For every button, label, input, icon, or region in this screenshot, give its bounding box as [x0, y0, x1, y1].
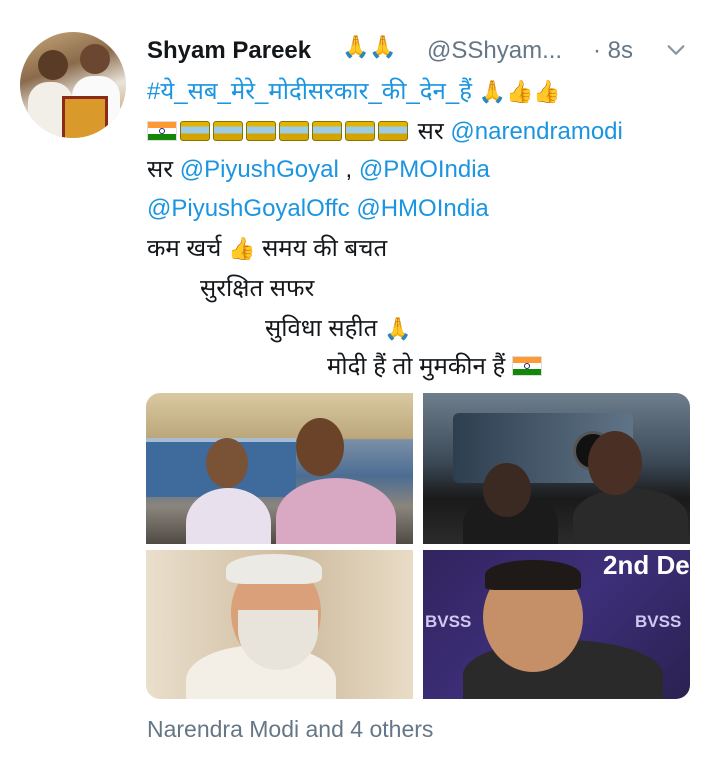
- train-icon: [180, 121, 210, 141]
- tweet-line-2: सर @narendramodi: [147, 112, 692, 152]
- author-name[interactable]: Shyam Pareek: [147, 37, 311, 65]
- narendra-modi-photo[interactable]: [146, 550, 413, 699]
- train-icon: [246, 121, 276, 141]
- mention-hmoindia[interactable]: @HMOIndia: [356, 195, 488, 222]
- less-cost-text: कम खर्च: [147, 235, 222, 262]
- safe-journey-text: सुरक्षित सफर: [200, 275, 315, 302]
- tweet-line-1: #ये_सब_मेरे_मोदीसरकार_की_देन_हैं 🙏👍👍: [147, 72, 692, 113]
- sar-text: सर: [417, 118, 444, 145]
- selfie-platform-photo[interactable]: [146, 393, 413, 544]
- tweet-line-7: सुविधा सहीत 🙏: [265, 309, 714, 350]
- slogan-text: मोदी हैं तो मुमकीन हैं: [327, 353, 506, 380]
- tagged-people[interactable]: Narendra Modi and 4 others: [147, 716, 433, 743]
- train-icon: [378, 121, 408, 141]
- author-handle[interactable]: @SShyam...: [427, 37, 562, 65]
- selfie-night-locomotive-photo[interactable]: [423, 393, 690, 544]
- sar-text: सर: [147, 156, 174, 183]
- tweet-line-5: कम खर्च 👍 समय की बचत: [147, 229, 692, 270]
- facility-text: सुविधा सहीत: [265, 315, 378, 342]
- chevron-down-icon[interactable]: [665, 39, 687, 61]
- photo-grid: 2nd De BVSS BVSS: [146, 393, 690, 699]
- hashtag-link[interactable]: #ये_सब_मेरे_मोदीसरकार_की_देन_हैं: [147, 78, 472, 105]
- comma: ,: [338, 156, 359, 183]
- avatar[interactable]: [20, 32, 126, 138]
- tweet-line-3: सर @PiyushGoyal , @PMOIndia: [147, 150, 692, 190]
- india-flag-icon: [147, 121, 177, 141]
- train-icon: [312, 121, 342, 141]
- tweet-header: Shyam Pareek 🙏🙏 @SShyam... · 8s: [147, 33, 692, 69]
- piyush-goyal-photo[interactable]: 2nd De BVSS BVSS: [423, 550, 690, 699]
- thumbs-up-icon: 👍: [228, 237, 256, 262]
- hashtag-emoji: 🙏👍👍: [478, 80, 561, 105]
- tweet-time[interactable]: · 8s: [593, 37, 633, 65]
- train-icon: [279, 121, 309, 141]
- mention-piyushgoyaloffc[interactable]: @PiyushGoyalOffc: [147, 195, 350, 222]
- mention-piyushgoyal[interactable]: @PiyushGoyal: [180, 156, 339, 183]
- author-emoji: 🙏🙏: [342, 35, 397, 60]
- india-flag-icon: [511, 356, 542, 376]
- tweet-line-4: @PiyushGoyalOffc @HMOIndia: [147, 189, 692, 229]
- sign-text: 2nd De: [603, 550, 690, 580]
- mention-narendramodi[interactable]: @narendramodi: [450, 118, 622, 145]
- tweet-line-6: सुरक्षित सफर: [200, 269, 714, 309]
- mention-pmoindia[interactable]: @PMOIndia: [359, 156, 490, 183]
- sign-text: BVSS: [425, 612, 472, 631]
- tweet-line-8: मोदी हैं तो मुमकीन हैं: [327, 347, 714, 387]
- sign-text: BVSS: [635, 612, 682, 631]
- train-icon: [345, 121, 375, 141]
- pray-icon: 🙏: [383, 317, 412, 342]
- separator: ·: [593, 37, 601, 64]
- timestamp: 8s: [607, 37, 634, 64]
- train-icon: [213, 121, 243, 141]
- time-saving-text: समय की बचत: [262, 235, 388, 262]
